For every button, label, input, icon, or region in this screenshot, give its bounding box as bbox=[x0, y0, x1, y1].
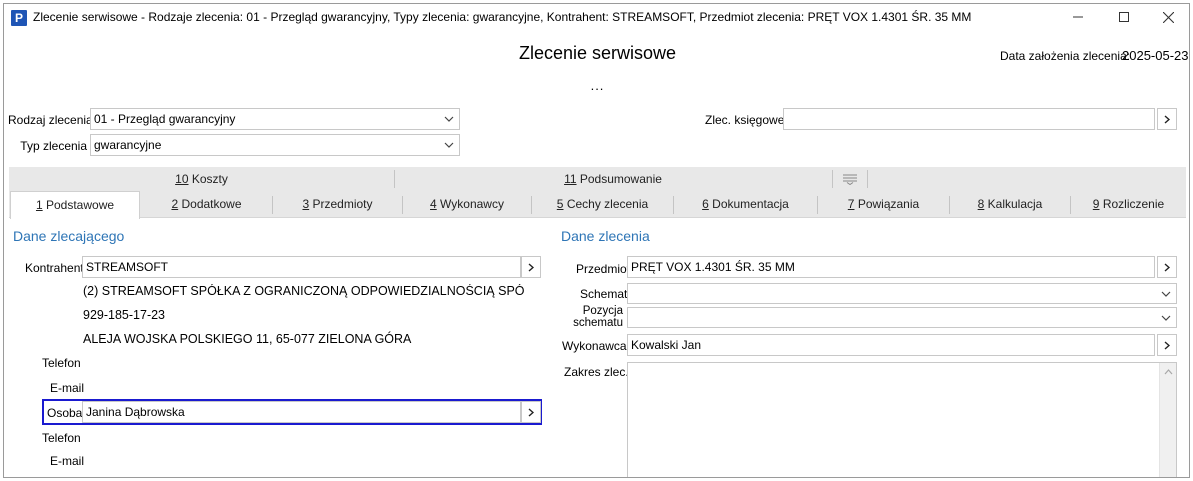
app-logo-icon: P bbox=[11, 10, 27, 26]
tab-overflow-menu[interactable] bbox=[833, 167, 867, 191]
maximize-icon bbox=[1119, 12, 1129, 22]
typ-zlecenia-value: gwarancyjne bbox=[94, 138, 162, 152]
chevron-right-icon bbox=[528, 407, 534, 417]
zlec-ksiegowe-label: Zlec. księgowe bbox=[705, 113, 785, 127]
kontrahent-address: ALEJA WOJSKA POLSKIEGO 11, 65-077 ZIELON… bbox=[83, 332, 412, 346]
wykonawca-select-button[interactable] bbox=[1157, 334, 1177, 356]
chevron-down-icon bbox=[443, 135, 455, 155]
tab-dokumentacja[interactable]: 6 Dokumentacja bbox=[674, 191, 817, 217]
zlec-ksiegowe-select-button[interactable] bbox=[1157, 108, 1177, 130]
osoba-select-button[interactable] bbox=[521, 401, 541, 423]
przedmiot-input[interactable]: PRĘT VOX 1.4301 ŚR. 35 MM bbox=[627, 256, 1155, 278]
tab-wykonawcy[interactable]: 4 Wykonawcy bbox=[403, 191, 531, 217]
wykonawca-input[interactable]: Kowalski Jan bbox=[627, 334, 1155, 356]
telefon-label: Telefon bbox=[42, 356, 81, 370]
menu-lines-icon bbox=[843, 174, 857, 186]
email-osoby-label: E-mail bbox=[50, 454, 85, 468]
przedmiot-label: Przedmiot bbox=[576, 262, 631, 276]
tabs-row-primary: 1 Podstawowe 2 Dodatkowe 3 Przedmioty 4 … bbox=[9, 191, 1186, 219]
tab-przedmioty[interactable]: 3 Przedmioty bbox=[273, 191, 402, 217]
application-window: P Zlecenie serwisowe - Rodzaje zlecenia:… bbox=[3, 3, 1190, 478]
zakres-scrollbar[interactable] bbox=[1159, 363, 1176, 477]
kontrahent-full-name: (2) STREAMSOFT SPÓŁKA Z OGRANICZONĄ ODPO… bbox=[83, 284, 525, 298]
email-label: E-mail bbox=[50, 381, 85, 395]
creation-date-label: Data założenia zlecenia: bbox=[1000, 49, 1131, 63]
maximize-button[interactable] bbox=[1101, 4, 1147, 30]
przedmiot-select-button[interactable] bbox=[1157, 256, 1177, 278]
osoba-label: Osoba bbox=[47, 406, 83, 420]
typ-zlecenia-select[interactable]: gwarancyjne bbox=[90, 134, 460, 156]
chevron-right-icon bbox=[1164, 114, 1170, 124]
rodzaj-zlecenia-label: Rodzaj zlecenia bbox=[8, 113, 93, 127]
pozycja-schematu-select[interactable] bbox=[627, 307, 1177, 328]
close-icon bbox=[1162, 11, 1174, 23]
tab-kalkulacja[interactable]: 8 Kalkulacja bbox=[950, 191, 1070, 217]
tab-cechy-zlecenia[interactable]: 5 Cechy zlecenia bbox=[532, 191, 673, 217]
rodzaj-zlecenia-select[interactable]: 01 - Przegląd gwarancyjny bbox=[90, 108, 460, 130]
tabs-row-secondary: 10 Koszty 11 Podsumowanie bbox=[9, 167, 1186, 191]
chevron-right-icon bbox=[528, 262, 534, 272]
tab-rozliczenie[interactable]: 9 Rozliczenie bbox=[1071, 191, 1186, 217]
tab-koszty[interactable]: 10 Koszty bbox=[9, 167, 394, 191]
tab-dodatkowe[interactable]: 2 Dodatkowe bbox=[141, 191, 272, 217]
schemat-label: Schemat bbox=[580, 287, 628, 301]
title-bar[interactable]: P Zlecenie serwisowe - Rodzaje zlecenia:… bbox=[4, 4, 1189, 30]
minimize-icon bbox=[1073, 16, 1083, 18]
zlec-ksiegowe-input[interactable] bbox=[783, 108, 1155, 130]
telefon-osoby-label: Telefon bbox=[42, 431, 81, 445]
kontrahent-label: Kontrahent bbox=[25, 261, 84, 275]
kontrahent-input[interactable]: STREAMSOFT bbox=[82, 256, 521, 278]
chevron-down-icon bbox=[443, 109, 455, 129]
chevron-right-icon bbox=[1164, 262, 1170, 272]
zakres-zlecenia-label: Zakres zlec. bbox=[564, 365, 629, 379]
tab-powiazania[interactable]: 7 Powiązania bbox=[818, 191, 949, 217]
dane-zlecenia-title: Dane zlecenia bbox=[561, 228, 650, 244]
scroll-up-icon[interactable] bbox=[1160, 365, 1176, 379]
schemat-select[interactable] bbox=[627, 283, 1177, 304]
dane-zlecajacego-title: Dane zlecającego bbox=[13, 228, 125, 244]
pozycja-schematu-label: Pozycja schematu bbox=[573, 305, 623, 329]
tab-podsumowanie[interactable]: 11 Podsumowanie bbox=[395, 167, 831, 191]
zakres-zlecenia-textarea[interactable] bbox=[627, 362, 1177, 477]
minimize-button[interactable] bbox=[1055, 4, 1101, 30]
kontrahent-select-button[interactable] bbox=[521, 256, 541, 278]
chevron-down-icon bbox=[1160, 308, 1172, 327]
window-title: Zlecenie serwisowe - Rodzaje zlecenia: 0… bbox=[33, 10, 972, 24]
chevron-down-icon bbox=[1160, 284, 1172, 303]
creation-date-value: 2025-05-23 bbox=[1122, 48, 1189, 63]
close-button[interactable] bbox=[1145, 4, 1189, 30]
more-ellipsis[interactable]: ... bbox=[4, 78, 1189, 93]
kontrahent-nip: 929-185-17-23 bbox=[83, 308, 166, 322]
typ-zlecenia-label: Typ zlecenia bbox=[20, 139, 87, 153]
osoba-input[interactable]: Janina Dąbrowska bbox=[82, 401, 521, 423]
chevron-right-icon bbox=[1164, 340, 1170, 350]
rodzaj-zlecenia-value: 01 - Przegląd gwarancyjny bbox=[94, 112, 236, 126]
tab-podstawowe[interactable]: 1 Podstawowe bbox=[10, 191, 140, 219]
wykonawca-label: Wykonawca bbox=[562, 339, 627, 353]
